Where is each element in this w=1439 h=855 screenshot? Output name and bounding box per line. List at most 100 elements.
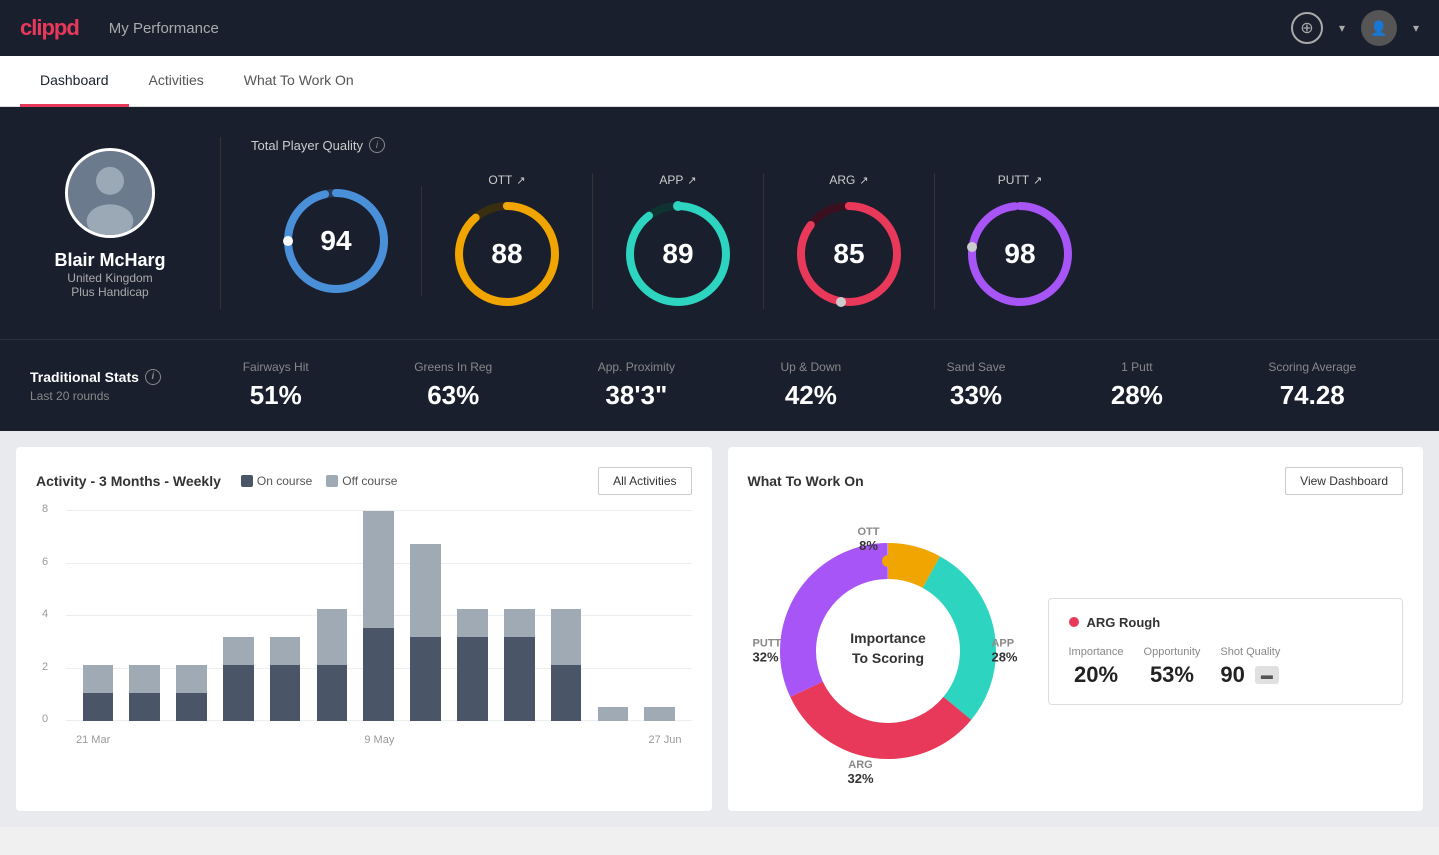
tab-what-to-work-on[interactable]: What To Work On xyxy=(224,56,374,107)
avatar-dropdown[interactable]: ▾ xyxy=(1413,21,1419,35)
arg-rough-card: ARG Rough Importance 20% Opportunity 53%… xyxy=(1048,598,1404,705)
stat-proximity: App. Proximity 38'3" xyxy=(598,360,675,411)
stat-sandsave-value: 33% xyxy=(947,380,1006,411)
bottom-panels: Activity - 3 Months - Weekly On course O… xyxy=(0,431,1439,827)
stats-items: Fairways Hit 51% Greens In Reg 63% App. … xyxy=(190,360,1409,411)
putt-circle: 98 xyxy=(965,199,1075,309)
metric-arg: ARG ↗ 85 xyxy=(764,173,935,309)
arg-label: ARG ↗ xyxy=(829,173,868,187)
tpq-value: 94 xyxy=(320,225,351,257)
trad-stats-help-icon[interactable]: i xyxy=(145,369,161,385)
bar-group-7 xyxy=(357,511,401,721)
app-label: APP ↗ xyxy=(659,173,696,187)
wtwo-panel-header: What To Work On View Dashboard xyxy=(748,467,1404,495)
stats-row: Traditional Stats i Last 20 rounds Fairw… xyxy=(0,339,1439,431)
bar-group-4 xyxy=(216,511,260,721)
what-to-work-on-panel: What To Work On View Dashboard xyxy=(728,447,1424,811)
arg-importance-value: 20% xyxy=(1069,662,1124,688)
putt-label: PUTT ↗ xyxy=(998,173,1043,187)
stat-oneputt-value: 28% xyxy=(1111,380,1163,411)
ott-value: 88 xyxy=(491,238,522,270)
stat-greens-label: Greens In Reg xyxy=(414,360,492,374)
stat-scoring-value: 74.28 xyxy=(1268,380,1356,411)
trad-stats-label: Traditional Stats i Last 20 rounds xyxy=(30,369,190,403)
nav-tabs: Dashboard Activities What To Work On xyxy=(0,56,1439,107)
donut-chart: Importance To Scoring OTT 8% APP 28% ARG xyxy=(748,511,1028,791)
trad-stats-title: Traditional Stats i xyxy=(30,369,190,385)
stat-greens: Greens In Reg 63% xyxy=(414,360,492,411)
app-circle: 89 xyxy=(623,199,733,309)
arg-opportunity-value: 53% xyxy=(1144,662,1201,688)
arg-value: 85 xyxy=(833,238,864,270)
wtwo-content: Importance To Scoring OTT 8% APP 28% ARG xyxy=(748,511,1404,791)
ott-label: OTT ↗ xyxy=(488,173,525,187)
stat-sandsave-label: Sand Save xyxy=(947,360,1006,374)
stat-scoring: Scoring Average 74.28 xyxy=(1268,360,1356,411)
add-dropdown[interactable]: ▾ xyxy=(1339,21,1345,35)
activity-panel-header: Activity - 3 Months - Weekly On course O… xyxy=(36,467,692,495)
activity-legend: On course Off course xyxy=(241,474,398,488)
add-button[interactable]: ⊕ xyxy=(1291,12,1323,44)
putt-donut-label: PUTT 32% xyxy=(753,638,782,665)
player-name: Blair McHarg xyxy=(54,250,165,271)
tab-dashboard[interactable]: Dashboard xyxy=(20,56,129,107)
bar-group-5 xyxy=(263,511,307,721)
bars xyxy=(76,511,682,721)
stat-oneputt-label: 1 Putt xyxy=(1111,360,1163,374)
bar-group-11 xyxy=(544,511,588,721)
arg-dot xyxy=(1069,617,1079,627)
tab-activities[interactable]: Activities xyxy=(129,56,224,107)
app-value: 89 xyxy=(662,238,693,270)
activity-panel-title: Activity - 3 Months - Weekly xyxy=(36,473,221,489)
stat-fairways-value: 51% xyxy=(243,380,309,411)
stat-sandsave: Sand Save 33% xyxy=(947,360,1006,411)
arg-opportunity: Opportunity 53% xyxy=(1144,646,1201,688)
stat-updown: Up & Down 42% xyxy=(781,360,842,411)
arg-shot-quality-label: Shot Quality xyxy=(1220,646,1280,658)
ott-circle: 88 xyxy=(452,199,562,309)
avatar[interactable]: 👤 xyxy=(1361,10,1397,46)
bar-group-10 xyxy=(497,511,541,721)
on-course-dot xyxy=(241,475,253,487)
x-label-3: 27 Jun xyxy=(648,734,681,746)
stat-updown-value: 42% xyxy=(781,380,842,411)
app-donut-label: APP 28% xyxy=(991,638,1017,665)
donut-svg: Importance To Scoring xyxy=(748,511,1028,791)
arg-card-title: ARG Rough xyxy=(1069,615,1383,630)
tpq-help-icon[interactable]: i xyxy=(369,137,385,153)
header-actions: ⊕ ▾ 👤 ▾ xyxy=(1291,10,1419,46)
arg-importance-label: Importance xyxy=(1069,646,1124,658)
stat-fairways-label: Fairways Hit xyxy=(243,360,309,374)
stat-fairways: Fairways Hit 51% xyxy=(243,360,309,411)
player-handicap: Plus Handicap xyxy=(71,285,148,299)
tpq-circle: 94 xyxy=(281,186,391,296)
x-label-1: 21 Mar xyxy=(76,734,110,746)
arg-shot-quality-value: 90 xyxy=(1220,662,1244,688)
bar-group-2 xyxy=(123,511,167,721)
x-labels: 21 Mar 9 May 27 Jun xyxy=(76,734,682,746)
bar-group-3 xyxy=(170,511,214,721)
activity-chart: 0 2 4 6 8 xyxy=(36,511,692,751)
view-dashboard-button[interactable]: View Dashboard xyxy=(1285,467,1403,495)
header-title: My Performance xyxy=(109,20,219,37)
arg-badge: ▬ xyxy=(1255,666,1279,684)
all-activities-button[interactable]: All Activities xyxy=(598,467,691,495)
stat-updown-label: Up & Down xyxy=(781,360,842,374)
arg-opportunity-label: Opportunity xyxy=(1144,646,1201,658)
stat-greens-value: 63% xyxy=(414,380,492,411)
off-course-dot xyxy=(326,475,338,487)
bar-group-13 xyxy=(638,511,682,721)
metric-app: APP ↗ 89 xyxy=(593,173,764,309)
stat-oneputt: 1 Putt 28% xyxy=(1111,360,1163,411)
metric-tpq: 94 xyxy=(251,186,422,296)
bar-group-8 xyxy=(404,511,448,721)
metric-ott: OTT ↗ 88 xyxy=(422,173,593,309)
arg-importance: Importance 20% xyxy=(1069,646,1124,688)
legend-on-course: On course xyxy=(241,474,312,488)
bar-group-9 xyxy=(451,511,495,721)
metrics-section: Total Player Quality i 94 xyxy=(220,137,1409,309)
arg-shot-quality: Shot Quality 90 ▬ xyxy=(1220,646,1280,688)
arg-card-metrics: Importance 20% Opportunity 53% Shot Qual… xyxy=(1069,646,1383,688)
header: clippd My Performance ⊕ ▾ 👤 ▾ xyxy=(0,0,1439,56)
bar-group-12 xyxy=(591,511,635,721)
